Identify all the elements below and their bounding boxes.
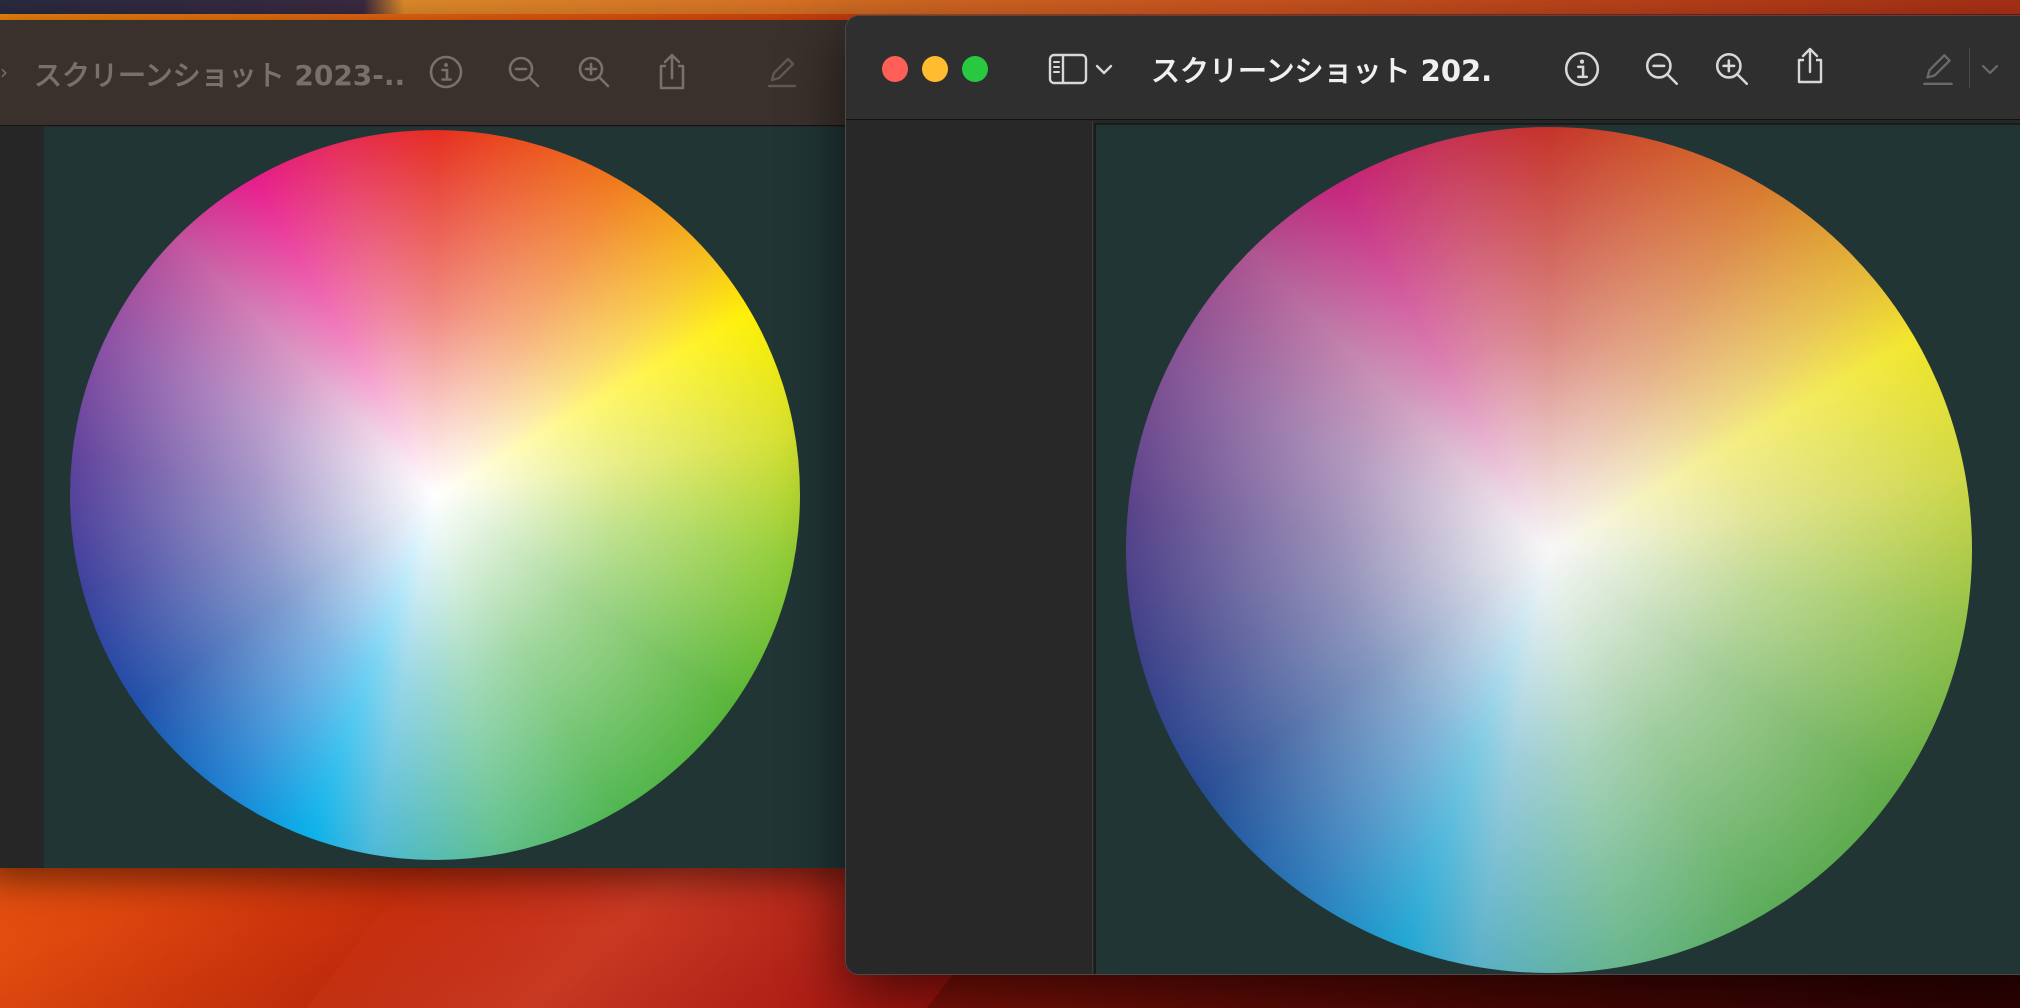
document-canvas[interactable]: [1094, 123, 2020, 974]
preview-window-background[interactable]: › スクリーンショット 2023-...: [0, 20, 860, 868]
zoom-in-button[interactable]: [568, 46, 620, 98]
desktop-top-strip: [0, 0, 2020, 14]
sidebar-menu-chevron[interactable]: [1092, 43, 1116, 95]
markup-button[interactable]: [1912, 43, 1964, 95]
chevron-right-icon: ›: [0, 60, 8, 84]
preview-window-active[interactable]: スクリーンショット 202...: [845, 15, 2020, 975]
markup-button[interactable]: [756, 46, 808, 98]
color-wheel-image: [70, 130, 800, 860]
share-icon: [659, 53, 685, 90]
window-toolbar[interactable]: スクリーンショット 202...: [846, 16, 2020, 120]
pencil-markup-icon: [767, 57, 797, 88]
minimize-button[interactable]: [922, 56, 948, 82]
zoom-out-button[interactable]: [1636, 43, 1688, 95]
share-icon: [1797, 47, 1823, 84]
thumbnail-sidebar[interactable]: [846, 121, 1093, 974]
toolbar-divider: [1969, 48, 1970, 88]
info-circle-icon: [1564, 51, 1600, 87]
info-button[interactable]: [420, 46, 472, 98]
zoom-in-button[interactable]: [1706, 43, 1758, 95]
zoom-out-button[interactable]: [498, 46, 550, 98]
color-wheel-image: [1126, 127, 1972, 973]
sidebar-strip: [0, 127, 44, 868]
window-toolbar[interactable]: › スクリーンショット 2023-...: [0, 20, 860, 126]
window-title: スクリーンショット 2023-...: [34, 59, 404, 92]
chevron-down-icon: [1981, 64, 1999, 75]
window-title: スクリーンショット 202...: [1151, 54, 1491, 88]
markup-menu-chevron[interactable]: [1976, 43, 2004, 95]
sidebar-toggle-icon: [1048, 53, 1088, 85]
info-button[interactable]: [1556, 43, 1608, 95]
close-button[interactable]: [882, 56, 908, 82]
sidebar-toggle-button[interactable]: [1046, 43, 1090, 95]
magnifier-plus-icon: [1715, 52, 1749, 86]
share-button[interactable]: [646, 46, 698, 98]
share-button[interactable]: [1784, 40, 1836, 92]
pencil-markup-icon: [1923, 54, 1953, 85]
magnifier-minus-icon: [508, 56, 540, 88]
magnifier-minus-icon: [1645, 52, 1679, 86]
maximize-button[interactable]: [962, 56, 988, 82]
magnifier-plus-icon: [578, 56, 610, 88]
chevron-down-icon: [1095, 64, 1113, 75]
info-circle-icon: [429, 55, 463, 89]
